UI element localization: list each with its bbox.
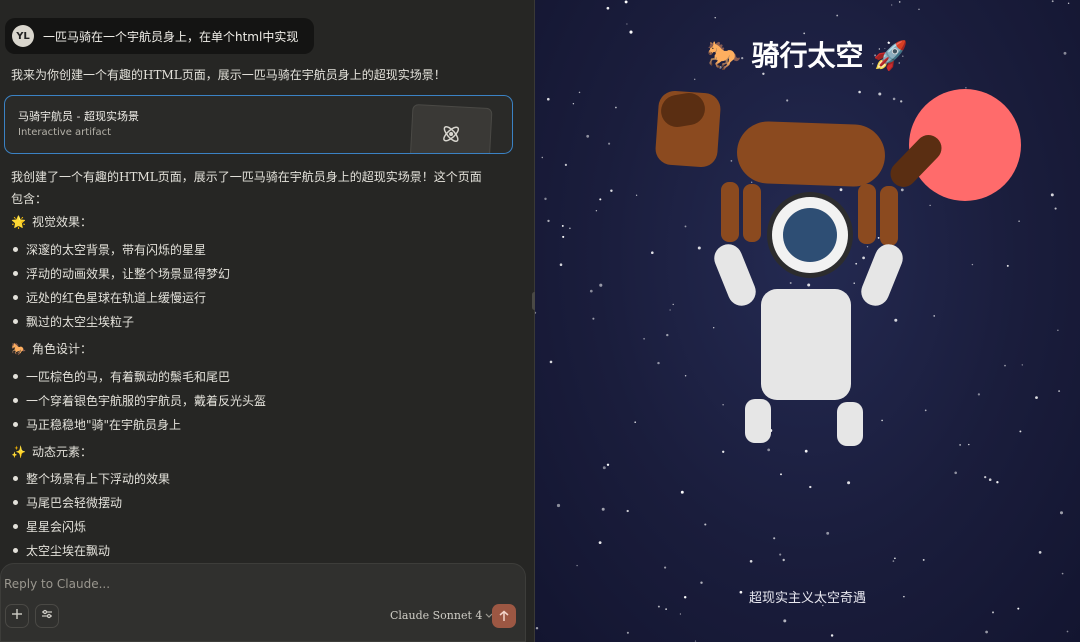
section-visual-effects: 🌟 视觉效果： (11, 213, 92, 230)
assistant-summary: 我创建了一个有趣的HTML页面，展示了一匹马骑在宇航员身上的超现实场景！这个页面… (11, 170, 482, 206)
sparkles-emoji-icon: ✨ (11, 444, 26, 459)
astronaut-arm-right (861, 244, 903, 306)
list-item: 一匹棕色的马，有着飘动的鬃毛和尾巴 (13, 368, 230, 385)
section-title: 视觉效果： (31, 215, 92, 229)
list-item: 太空尘埃在飘动 (13, 542, 110, 559)
avatar[interactable]: YL (12, 25, 34, 47)
chat-panel: YL 一匹马骑在一个宇航员身上，在单个html中实现 我来为你创建一个有趣的HT… (0, 0, 535, 642)
horse-leg (721, 182, 739, 242)
artifact-preview: 🐎 骑行太空 🚀 超现实主义太空奇遇 (535, 0, 1080, 642)
reply-composer: Claude Sonnet 4 (0, 563, 526, 642)
horse-body (737, 121, 885, 187)
reply-input[interactable] (4, 574, 484, 594)
model-name: Claude Sonnet 4 (390, 609, 483, 622)
artifact-thumbnail[interactable] (409, 103, 493, 153)
star-emoji-icon: 🌟 (11, 214, 26, 229)
atom-icon (439, 122, 462, 149)
list-item: 深邃的太空背景，带有闪烁的星星 (13, 241, 206, 258)
plus-icon (11, 608, 23, 624)
section-title: 动态元素： (31, 445, 92, 459)
astronaut-leg-left (745, 399, 771, 443)
add-attachment-button[interactable] (5, 604, 29, 628)
scene-illustration (655, 89, 1021, 446)
user-message-text: 一匹马骑在一个宇航员身上，在单个html中实现 (43, 29, 299, 44)
artifact-title: 马骑宇航员 - 超现实场景 (18, 110, 139, 123)
model-selector[interactable]: Claude Sonnet 4 (390, 609, 493, 622)
arrow-up-icon (498, 607, 510, 626)
helmet-visor (783, 208, 837, 262)
horse-leg (880, 186, 898, 246)
section-character-design: 🐎 角色设计： (11, 340, 92, 357)
user-message-bubble: YL 一匹马骑在一个宇航员身上，在单个html中实现 (5, 18, 315, 54)
astronaut-leg-right (837, 402, 863, 446)
assistant-intro: 我来为你创建一个有趣的HTML页面，展示一匹马骑在宇航员身上的超现实场景！ (11, 68, 446, 82)
list-item: 浮动的动画效果，让整个场景显得梦幻 (13, 265, 230, 282)
list-item: 星星会闪烁 (13, 518, 86, 535)
artifact-subtitle: Interactive artifact (18, 127, 112, 138)
list-item: 一个穿着银色宇航服的宇航员，戴着反光头盔 (13, 392, 266, 409)
section-title: 角色设计： (31, 342, 92, 356)
scene-subtitle: 超现实主义太空奇遇 (748, 591, 866, 606)
sliders-icon (41, 608, 53, 624)
send-button[interactable] (492, 604, 516, 628)
list-item: 飘过的太空尘埃粒子 (13, 313, 134, 330)
section-dynamic-elements: ✨ 动态元素： (11, 443, 92, 460)
artifact-card[interactable]: 马骑宇航员 - 超现实场景 Interactive artifact (4, 95, 513, 154)
astronaut-torso (761, 289, 851, 400)
list-item: 整个场景有上下浮动的效果 (13, 470, 170, 487)
horse-leg (743, 184, 761, 242)
list-item: 远处的红色星球在轨道上缓慢运行 (13, 289, 206, 306)
horse-leg (858, 184, 876, 244)
list-item: 马正稳稳地"骑"在宇航员身上 (13, 416, 181, 433)
list-item: 马尾巴会轻微摆动 (13, 494, 122, 511)
horse-emoji-icon: 🐎 (11, 341, 26, 356)
astronaut-arm-left (714, 244, 756, 306)
tools-settings-button[interactable] (35, 604, 59, 628)
